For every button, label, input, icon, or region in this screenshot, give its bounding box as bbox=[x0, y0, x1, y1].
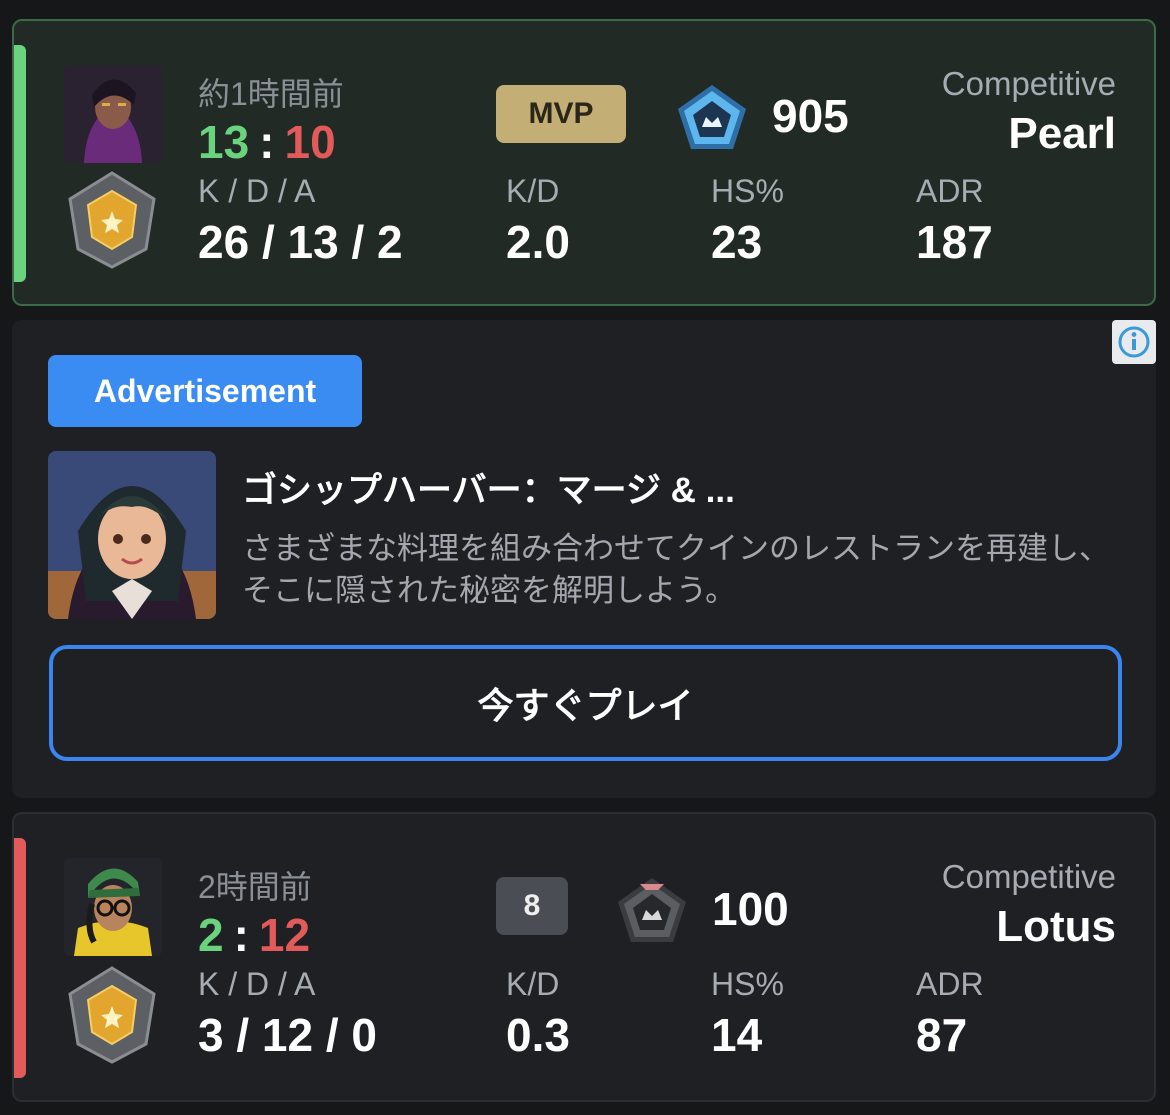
kda-value: 26 / 13 / 2 bbox=[198, 216, 403, 268]
adr-value: 87 bbox=[916, 1009, 968, 1061]
kd-label: K/D bbox=[506, 966, 560, 1002]
kd-value: 0.3 bbox=[506, 1009, 570, 1061]
hs-label: HS% bbox=[711, 173, 784, 209]
kd-value: 2.0 bbox=[506, 216, 570, 268]
hs-label: HS% bbox=[711, 966, 784, 1002]
enemy-score: 10 bbox=[284, 116, 336, 168]
kd-label: K/D bbox=[506, 173, 560, 209]
match-card[interactable]: 2時間前 2:12 8 100 Competitive Lotus K / D … bbox=[12, 812, 1156, 1102]
mvp-badge: MVP bbox=[496, 85, 626, 143]
pentagon-rank-icon bbox=[616, 876, 688, 949]
score-separator: : bbox=[259, 116, 275, 168]
match-time-ago: 2時間前 bbox=[198, 869, 312, 905]
ad-app-icon[interactable] bbox=[48, 451, 216, 619]
game-mode: Competitive bbox=[941, 858, 1116, 895]
agent-portrait bbox=[64, 858, 162, 956]
advertisement-card[interactable]: Advertisement ゴシップハーバー：マージ & ... さまざまな料理… bbox=[12, 320, 1156, 798]
map-name: Pearl bbox=[1008, 109, 1116, 158]
adr-value: 187 bbox=[916, 216, 993, 268]
match-card[interactable]: 約1時間前 13:10 MVP 905 Competitive Pearl K … bbox=[12, 19, 1156, 306]
ad-description: さまざまな料理を組み合わせてクインのレストランを再建し、そこに隠された秘密を解明… bbox=[242, 531, 1110, 608]
match-time-ago: 約1時間前 bbox=[198, 76, 344, 112]
match-score: 13:10 bbox=[198, 115, 336, 169]
adr-label: ADR bbox=[916, 173, 984, 209]
win-indicator bbox=[14, 45, 26, 282]
rank-badge-icon bbox=[66, 171, 158, 269]
kda-label: K / D / A bbox=[198, 966, 316, 1002]
loss-indicator bbox=[14, 838, 26, 1078]
map-name: Lotus bbox=[996, 902, 1116, 951]
pentagon-rank-icon bbox=[676, 83, 748, 156]
info-icon[interactable] bbox=[1112, 320, 1156, 364]
team-score: 13 bbox=[198, 116, 250, 168]
ad-title: ゴシップハーバー：マージ & ... bbox=[242, 471, 735, 510]
game-mode: Competitive bbox=[941, 65, 1116, 102]
team-score: 2 bbox=[198, 909, 224, 961]
kda-value: 3 / 12 / 0 bbox=[198, 1009, 378, 1061]
rank-badge-icon bbox=[66, 966, 158, 1064]
play-now-button[interactable]: 今すぐプレイ bbox=[49, 645, 1122, 761]
rr-value: 905 bbox=[772, 90, 849, 142]
adr-label: ADR bbox=[916, 966, 984, 1002]
hs-value: 14 bbox=[711, 1009, 763, 1061]
match-score: 2:12 bbox=[198, 908, 310, 962]
kda-label: K / D / A bbox=[198, 173, 316, 209]
advertisement-label: Advertisement bbox=[48, 355, 362, 427]
rr-value: 100 bbox=[712, 883, 789, 935]
score-separator: : bbox=[233, 909, 249, 961]
placement-badge: 8 bbox=[496, 877, 568, 935]
hs-value: 23 bbox=[711, 216, 763, 268]
agent-portrait bbox=[64, 65, 162, 163]
enemy-score: 12 bbox=[258, 909, 311, 961]
